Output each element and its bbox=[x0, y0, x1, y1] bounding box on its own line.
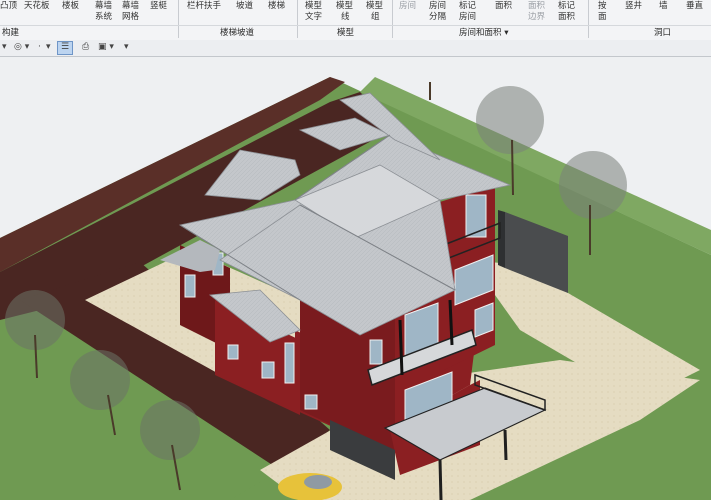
area-boundary-button[interactable]: 面积 bbox=[528, 1, 545, 12]
car-windshield bbox=[304, 475, 332, 489]
room-button[interactable]: 房间 bbox=[399, 1, 416, 12]
curtain-system-label: 系统 bbox=[95, 12, 113, 22]
model-group-label: 组 bbox=[371, 12, 380, 22]
tag-room-label: 房间 bbox=[459, 12, 477, 22]
separator-dot: · bbox=[38, 42, 41, 52]
visual-style-dropdown[interactable]: ◎ ▾ bbox=[14, 42, 29, 54]
group-build-label: 构建 bbox=[2, 28, 20, 38]
print-icon[interactable]: ⎙ bbox=[82, 42, 89, 54]
area-button[interactable]: 面积 bbox=[495, 1, 512, 12]
by-face-label: 面 bbox=[598, 12, 607, 22]
curtain-grid-button[interactable]: 幕墙 bbox=[122, 1, 139, 12]
dropdown-arrow-icon[interactable]: ▾ bbox=[46, 42, 51, 54]
curtain-grid-label: 网格 bbox=[122, 12, 140, 22]
ramp-button[interactable]: 坡道 bbox=[236, 1, 253, 12]
model-text-label: 文字 bbox=[305, 12, 323, 22]
area-boundary-label: 边界 bbox=[528, 12, 546, 22]
menu-arrow-icon[interactable]: ▾ bbox=[2, 42, 7, 54]
ribbon-group-row bbox=[0, 25, 711, 40]
by-face-button[interactable]: 按 bbox=[598, 1, 607, 12]
tag-area-label: 面积 bbox=[558, 12, 576, 22]
ceiling-button[interactable]: 天花板 bbox=[24, 1, 50, 12]
mullion-button[interactable]: 竖梃 bbox=[150, 1, 167, 12]
shaft-button[interactable]: 竖井 bbox=[625, 1, 642, 12]
group-opening-label: 洞口 bbox=[654, 28, 672, 38]
model-group-button[interactable]: 模型 bbox=[366, 1, 383, 12]
vertical-opening-button[interactable]: 垂直 bbox=[686, 1, 703, 12]
thin-lines-icon[interactable]: ☰ bbox=[57, 41, 73, 55]
model-line-label: 线 bbox=[341, 12, 350, 22]
ribbon: 凸顶 天花板 楼板 幕墙 幕墙 竖梃 系统 网格 栏杆扶手 坡道 楼梯 模型 模… bbox=[0, 0, 711, 41]
dropdown-arrow-icon[interactable]: ▾ bbox=[124, 42, 129, 54]
roof-button[interactable]: 凸顶 bbox=[0, 1, 17, 12]
group-circulation-label: 楼梯坡道 bbox=[220, 28, 255, 38]
group-model-label: 模型 bbox=[337, 28, 355, 38]
room-separator-label: 分隔 bbox=[429, 12, 447, 22]
railing-button[interactable]: 栏杆扶手 bbox=[187, 1, 221, 12]
model-text-button[interactable]: 模型 bbox=[305, 1, 322, 12]
group-room-area-label[interactable]: 房间和面积 ▾ bbox=[459, 26, 508, 38]
3d-viewport[interactable] bbox=[0, 57, 711, 500]
view-control-bar: ▾ ◎ ▾ · ▾ ☰ ⎙ ▣ ▾ ▾ bbox=[0, 40, 711, 57]
model-line-button[interactable]: 模型 bbox=[336, 1, 353, 12]
default-3d-view-dropdown[interactable]: ▣ ▾ bbox=[98, 42, 114, 54]
floor-button[interactable]: 楼板 bbox=[62, 1, 79, 12]
tag-room-button[interactable]: 标记 bbox=[459, 1, 476, 12]
curtain-system-button[interactable]: 幕墙 bbox=[95, 1, 112, 12]
tag-area-button[interactable]: 标记 bbox=[558, 1, 575, 12]
revit-window: 凸顶 天花板 楼板 幕墙 幕墙 竖梃 系统 网格 栏杆扶手 坡道 楼梯 模型 模… bbox=[0, 0, 711, 500]
3d-model-scene[interactable] bbox=[0, 57, 711, 500]
stair-button[interactable]: 楼梯 bbox=[268, 1, 285, 12]
room-separator-button[interactable]: 房间 bbox=[429, 1, 446, 12]
wall-opening-button[interactable]: 墙 bbox=[659, 1, 668, 12]
